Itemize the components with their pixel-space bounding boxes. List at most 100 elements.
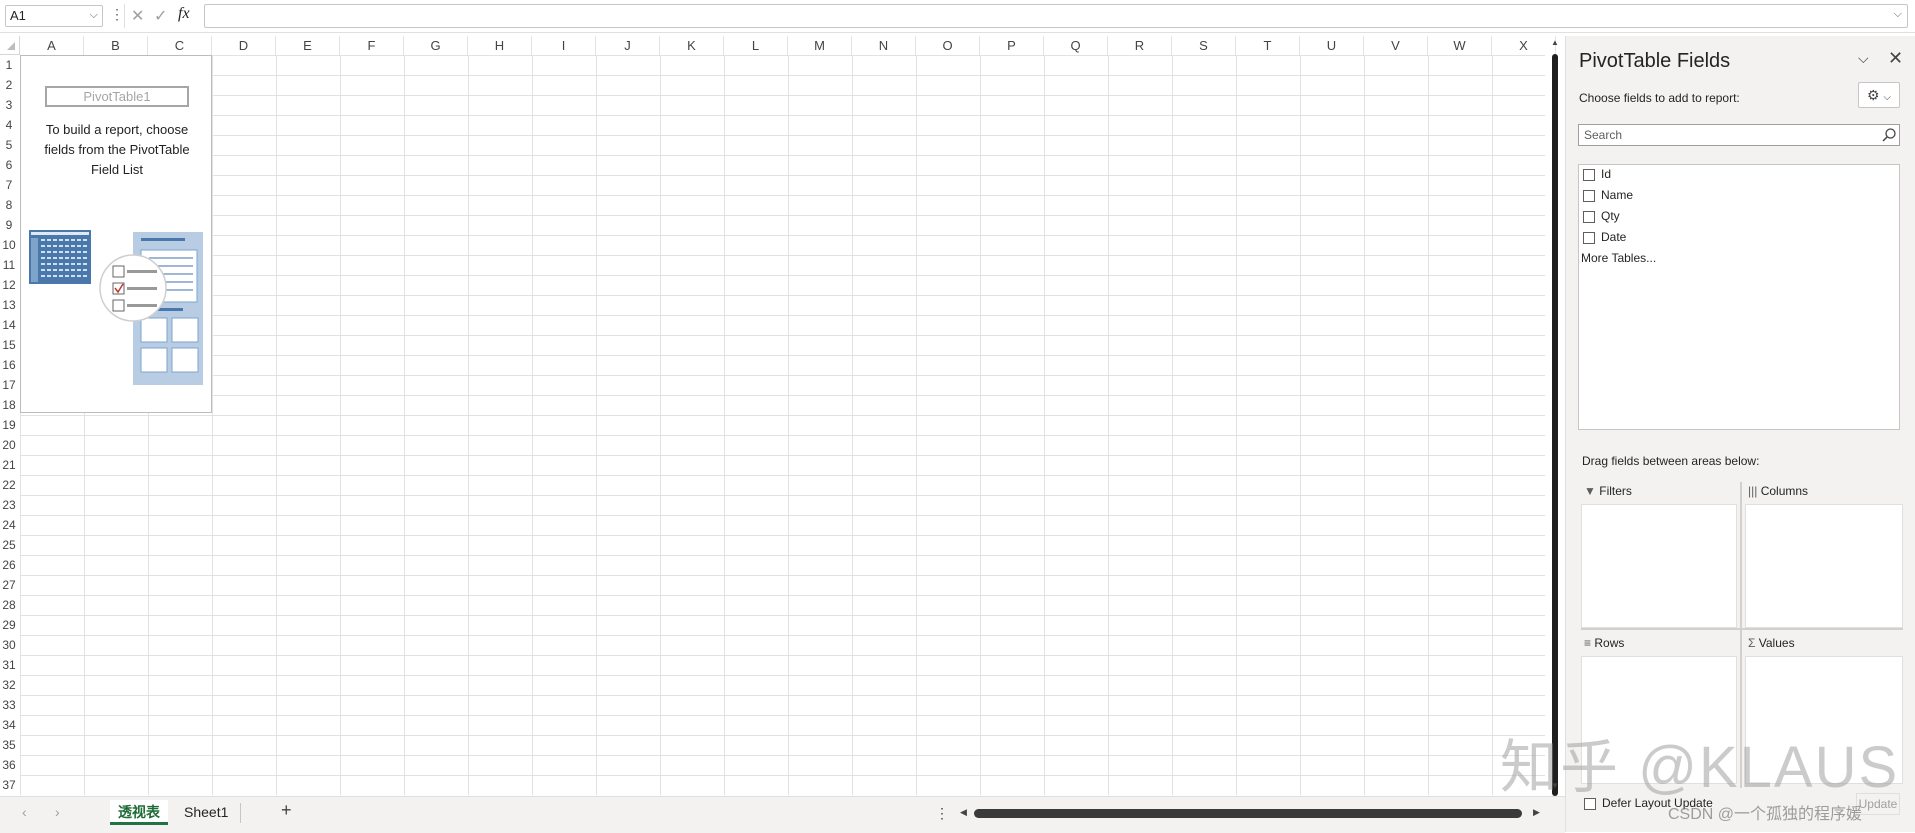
field-checkbox[interactable] xyxy=(1583,168,1595,181)
cancel-icon[interactable]: ✕ xyxy=(131,6,144,26)
row-header-cell[interactable]: 9 xyxy=(0,215,18,235)
row-header-cell[interactable]: 2 xyxy=(0,75,18,95)
row-header-cell[interactable]: 25 xyxy=(0,535,18,555)
column-header-cell[interactable]: I xyxy=(532,36,596,55)
column-header-cell[interactable]: P xyxy=(980,36,1044,55)
search-icon[interactable] xyxy=(1882,128,1896,142)
column-header-cell[interactable]: D xyxy=(212,36,276,55)
columns-drop-area[interactable] xyxy=(1745,504,1903,628)
row-header-cell[interactable]: 29 xyxy=(0,615,18,635)
scroll-right-icon[interactable]: ▶ xyxy=(1533,807,1540,818)
add-sheet-button[interactable]: + xyxy=(281,800,292,821)
tab-sheet1[interactable]: Sheet1 xyxy=(176,800,236,825)
horizontal-scroll-thumb[interactable] xyxy=(974,809,1522,818)
row-header-cell[interactable]: 4 xyxy=(0,115,18,135)
column-header-cell[interactable]: B xyxy=(84,36,148,55)
column-header-cell[interactable]: U xyxy=(1300,36,1364,55)
cell-area[interactable] xyxy=(20,55,1545,795)
field-checkbox[interactable] xyxy=(1583,210,1595,223)
row-header-cell[interactable]: 5 xyxy=(0,135,18,155)
row-header-cell[interactable]: 19 xyxy=(0,415,18,435)
chevron-down-icon[interactable]: ⌵ xyxy=(90,5,98,25)
column-header-cell[interactable]: W xyxy=(1428,36,1492,55)
column-header-cell[interactable]: T xyxy=(1236,36,1300,55)
row-header-cell[interactable]: 30 xyxy=(0,635,18,655)
row-header-cell[interactable]: 23 xyxy=(0,495,18,515)
area-splitter[interactable] xyxy=(1581,628,1903,630)
row-header-cell[interactable]: 17 xyxy=(0,375,18,395)
column-header-cell[interactable]: K xyxy=(660,36,724,55)
column-header-cell[interactable]: X xyxy=(1492,36,1556,55)
enter-icon[interactable]: ✓ xyxy=(154,6,167,26)
scroll-left-icon[interactable]: ◀ xyxy=(960,807,967,818)
column-header-cell[interactable]: J xyxy=(596,36,660,55)
column-header-cell[interactable]: O xyxy=(916,36,980,55)
row-header-cell[interactable]: 27 xyxy=(0,575,18,595)
row-header-cell[interactable]: 20 xyxy=(0,435,18,455)
field-item-date[interactable]: Date xyxy=(1583,228,1626,246)
name-box[interactable]: A1 ⌵ xyxy=(5,5,103,27)
column-header-cell[interactable]: H xyxy=(468,36,532,55)
insert-function-button[interactable]: fx xyxy=(178,5,190,23)
tools-button[interactable]: ⚙ ⌵ xyxy=(1858,82,1900,108)
select-all-button[interactable] xyxy=(0,36,20,55)
row-header-cell[interactable]: 12 xyxy=(0,275,18,295)
row-header-cell[interactable]: 18 xyxy=(0,395,18,415)
row-header-cell[interactable]: 22 xyxy=(0,475,18,495)
row-header-cell[interactable]: 8 xyxy=(0,195,18,215)
field-checkbox[interactable] xyxy=(1583,189,1595,202)
more-options-icon[interactable]: ⋮ xyxy=(110,6,124,23)
row-header-cell[interactable]: 35 xyxy=(0,735,18,755)
row-header-cell[interactable]: 21 xyxy=(0,455,18,475)
row-header-cell[interactable]: 10 xyxy=(0,235,18,255)
row-header-cell[interactable]: 7 xyxy=(0,175,18,195)
next-sheet-icon[interactable]: › xyxy=(55,804,60,820)
field-search-input[interactable]: Search xyxy=(1578,124,1900,146)
column-header-cell[interactable]: C xyxy=(148,36,212,55)
row-header-cell[interactable]: 26 xyxy=(0,555,18,575)
more-icon[interactable]: ⋮ xyxy=(935,805,949,822)
column-header-cell[interactable]: G xyxy=(404,36,468,55)
row-header-cell[interactable]: 15 xyxy=(0,335,18,355)
row-header-cell[interactable]: 33 xyxy=(0,695,18,715)
vertical-scroll-thumb[interactable] xyxy=(1552,54,1558,796)
row-header-cell[interactable]: 31 xyxy=(0,655,18,675)
row-header-cell[interactable]: 1 xyxy=(0,55,18,75)
column-header-cell[interactable]: M xyxy=(788,36,852,55)
vertical-scrollbar[interactable]: ▲ ▼ xyxy=(1548,36,1562,796)
field-item-id[interactable]: Id xyxy=(1583,165,1611,183)
column-header-cell[interactable]: A xyxy=(20,36,84,55)
column-header-cell[interactable]: Q xyxy=(1044,36,1108,55)
pivot-table-placeholder[interactable]: PivotTable1 To build a report, choose fi… xyxy=(20,55,212,413)
tab-pivot-sheet[interactable]: 透视表 xyxy=(110,800,168,825)
expand-formula-icon[interactable]: ⌵ xyxy=(1894,8,1902,21)
prev-sheet-icon[interactable]: ‹ xyxy=(22,804,27,820)
row-header-cell[interactable]: 28 xyxy=(0,595,18,615)
filters-drop-area[interactable] xyxy=(1581,504,1737,628)
field-item-qty[interactable]: Qty xyxy=(1583,207,1620,225)
row-header-cell[interactable]: 37 xyxy=(0,775,18,795)
row-header-cell[interactable]: 32 xyxy=(0,675,18,695)
field-checkbox[interactable] xyxy=(1583,231,1595,244)
row-header-cell[interactable]: 13 xyxy=(0,295,18,315)
row-header-cell[interactable]: 34 xyxy=(0,715,18,735)
more-tables-link[interactable]: More Tables... xyxy=(1581,251,1656,265)
scroll-up-icon[interactable]: ▲ xyxy=(1551,38,1559,47)
column-header-cell[interactable]: S xyxy=(1172,36,1236,55)
column-header-cell[interactable]: N xyxy=(852,36,916,55)
column-header-cell[interactable]: V xyxy=(1364,36,1428,55)
row-header-cell[interactable]: 36 xyxy=(0,755,18,775)
row-header-cell[interactable]: 24 xyxy=(0,515,18,535)
row-header-cell[interactable]: 16 xyxy=(0,355,18,375)
close-icon[interactable]: ✕ xyxy=(1888,48,1903,69)
row-header-cell[interactable]: 6 xyxy=(0,155,18,175)
formula-input[interactable]: ⌵ xyxy=(204,4,1908,28)
column-header-cell[interactable]: L xyxy=(724,36,788,55)
row-header-cell[interactable]: 14 xyxy=(0,315,18,335)
row-header-cell[interactable]: 3 xyxy=(0,95,18,115)
column-header-cell[interactable]: F xyxy=(340,36,404,55)
column-header-cell[interactable]: E xyxy=(276,36,340,55)
column-header-cell[interactable]: R xyxy=(1108,36,1172,55)
row-header-cell[interactable]: 11 xyxy=(0,255,18,275)
field-item-name[interactable]: Name xyxy=(1583,186,1633,204)
